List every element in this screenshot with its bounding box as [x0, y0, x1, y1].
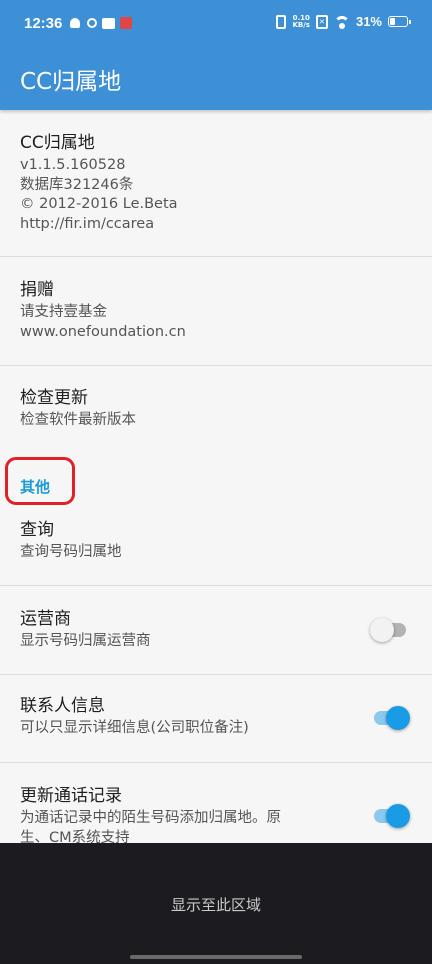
status-time: 12:36 — [24, 15, 63, 32]
highlight-annotation — [5, 457, 75, 505]
app-badge-icon — [120, 17, 132, 29]
donate-summary-line1: 请支持壹基金 — [20, 304, 107, 320]
contact-info-summary: 可以只显示详细信息(公司职位备注) — [20, 720, 249, 736]
sim-icon: ✕ — [315, 14, 328, 29]
app-title: CC归属地 — [20, 69, 122, 95]
divider — [0, 674, 432, 675]
preferences-list[interactable]: CC归属地 v1.1.5.160528 数据库321246条 © 2012-20… — [0, 110, 432, 843]
screenshot-boundary-overlay: 显示至此区域 — [0, 843, 432, 964]
network-speed-unit: KB/s — [292, 20, 310, 29]
notification-icons — [68, 16, 132, 30]
toggle-knob — [386, 804, 410, 828]
app-bar: CC归属地 — [0, 43, 432, 110]
pref-update-call-log[interactable]: 更新通话记录 为通话记录中的陌生号码添加归属地。原 生、CM系统支持 — [0, 785, 432, 843]
divider — [0, 762, 432, 763]
pref-query[interactable]: 查询 查询号码归属地 — [0, 519, 432, 563]
pref-contact-info[interactable]: 联系人信息 可以只显示详细信息(公司职位备注) — [0, 695, 432, 739]
network-speed: 0.10 KB/s — [292, 14, 310, 29]
mail-icon — [102, 17, 115, 29]
update-call-log-summary-line1: 为通话记录中的陌生号码添加归属地。原 — [20, 810, 281, 826]
query-summary: 查询号码归属地 — [20, 544, 122, 560]
check-update-summary: 检查软件最新版本 — [20, 412, 136, 428]
query-title: 查询 — [20, 520, 54, 540]
update-call-log-toggle[interactable] — [372, 804, 410, 828]
battery-percent: 31% — [355, 14, 382, 29]
wifi-icon — [333, 15, 350, 29]
donate-title: 捐赠 — [20, 280, 54, 300]
divider — [0, 256, 432, 257]
carrier-toggle[interactable] — [370, 618, 408, 642]
about-url: http://fir.im/ccarea — [20, 215, 155, 232]
about-copyright: © 2012-2016 Le.Beta — [20, 196, 178, 212]
about-version: v1.1.5.160528 — [20, 157, 126, 173]
contact-info-title: 联系人信息 — [20, 696, 105, 716]
update-call-log-title: 更新通话记录 — [20, 786, 122, 806]
about-database: 数据库321246条 — [20, 176, 134, 193]
screen: 12:36 0.10 KB/s ✕ 31% CC归属地 CC归属地 v1.1.5… — [0, 0, 432, 964]
status-right: 0.10 KB/s ✕ 31% — [276, 14, 411, 29]
battery-icon — [388, 16, 411, 27]
pref-about[interactable]: CC归属地 v1.1.5.160528 数据库321246条 © 2012-20… — [0, 132, 432, 234]
update-call-log-summary-line2: 生、CM系统支持 — [20, 829, 130, 844]
toggle-knob — [386, 706, 410, 730]
status-bar: 12:36 0.10 KB/s ✕ 31% — [0, 0, 432, 43]
donate-summary-line2: www.onefoundation.cn — [20, 323, 186, 340]
divider — [0, 365, 432, 366]
toggle-knob — [370, 618, 394, 642]
contact-info-toggle[interactable] — [372, 706, 410, 730]
vibrate-icon — [276, 14, 287, 29]
check-update-title: 检查更新 — [20, 388, 88, 408]
bell-icon — [68, 16, 82, 30]
pref-donate[interactable]: 捐赠 请支持壹基金 www.onefoundation.cn — [0, 279, 432, 342]
pref-carrier[interactable]: 运营商 显示号码归属运营商 — [0, 608, 432, 652]
app-notification-icon — [87, 18, 97, 28]
overlay-message: 显示至此区域 — [170, 896, 261, 914]
home-indicator[interactable] — [130, 955, 302, 959]
about-title: CC归属地 — [20, 133, 95, 153]
divider — [0, 585, 432, 586]
pref-check-update[interactable]: 检查更新 检查软件最新版本 — [0, 387, 432, 431]
